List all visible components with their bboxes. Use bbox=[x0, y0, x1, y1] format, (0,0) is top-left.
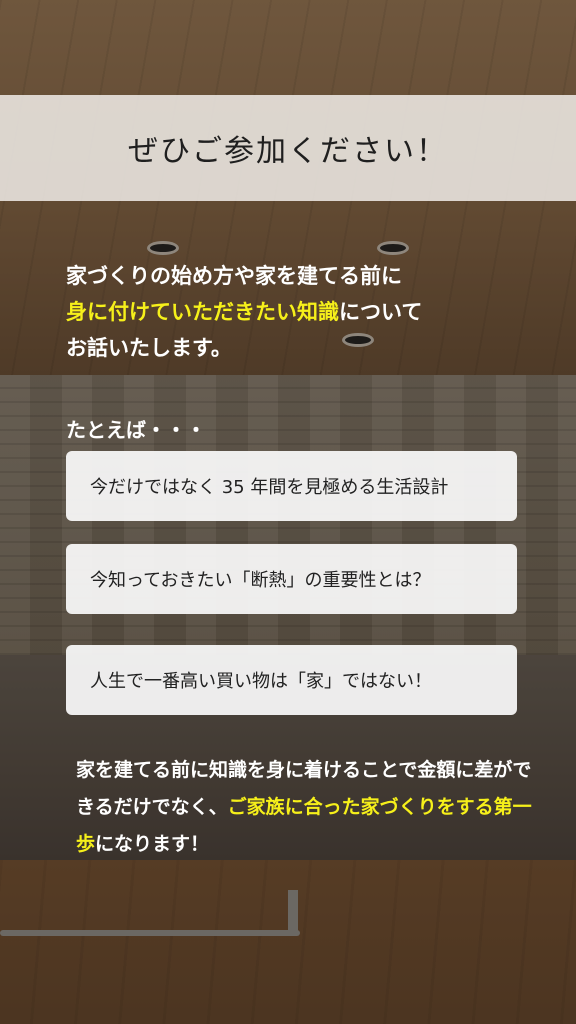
examples-heading: たとえば・・・ bbox=[66, 418, 206, 442]
example-text: 人生で一番高い買い物は「家」ではない！ bbox=[90, 671, 432, 692]
outro-part-2: になります！ bbox=[95, 833, 210, 855]
example-card: 今だけではなく 35 年間を見極める生活設計 bbox=[66, 451, 517, 521]
intro-text: 家づくりの始め方や家を建てる前に 身に付けていただきたい知識について お話いたし… bbox=[66, 258, 546, 366]
outro-text: 家を建てる前に知識を身に着けることで金額に差ができるだけでなく、ご家族に合った家… bbox=[76, 752, 546, 863]
example-card: 今知っておきたい「断熱」の重要性とは？ bbox=[66, 544, 517, 614]
intro-highlight: 身に付けていただきたい知識 bbox=[66, 300, 339, 324]
page-title: ぜひご参加ください！ bbox=[128, 134, 448, 169]
example-text: 今知っておきたい「断熱」の重要性とは？ bbox=[90, 570, 431, 591]
title-band: ぜひご参加ください！ bbox=[0, 95, 576, 201]
intro-line-1: 家づくりの始め方や家を建てる前に bbox=[66, 264, 402, 288]
page: ぜひご参加ください！ 家づくりの始め方や家を建てる前に 身に付けていただきたい知… bbox=[0, 0, 576, 1024]
example-card: 人生で一番高い買い物は「家」ではない！ bbox=[66, 645, 517, 715]
example-text: 今だけではなく 35 年間を見極める生活設計 bbox=[90, 477, 449, 498]
intro-line-2-rest: について bbox=[339, 300, 423, 324]
intro-line-3: お話いたします。 bbox=[66, 336, 232, 360]
